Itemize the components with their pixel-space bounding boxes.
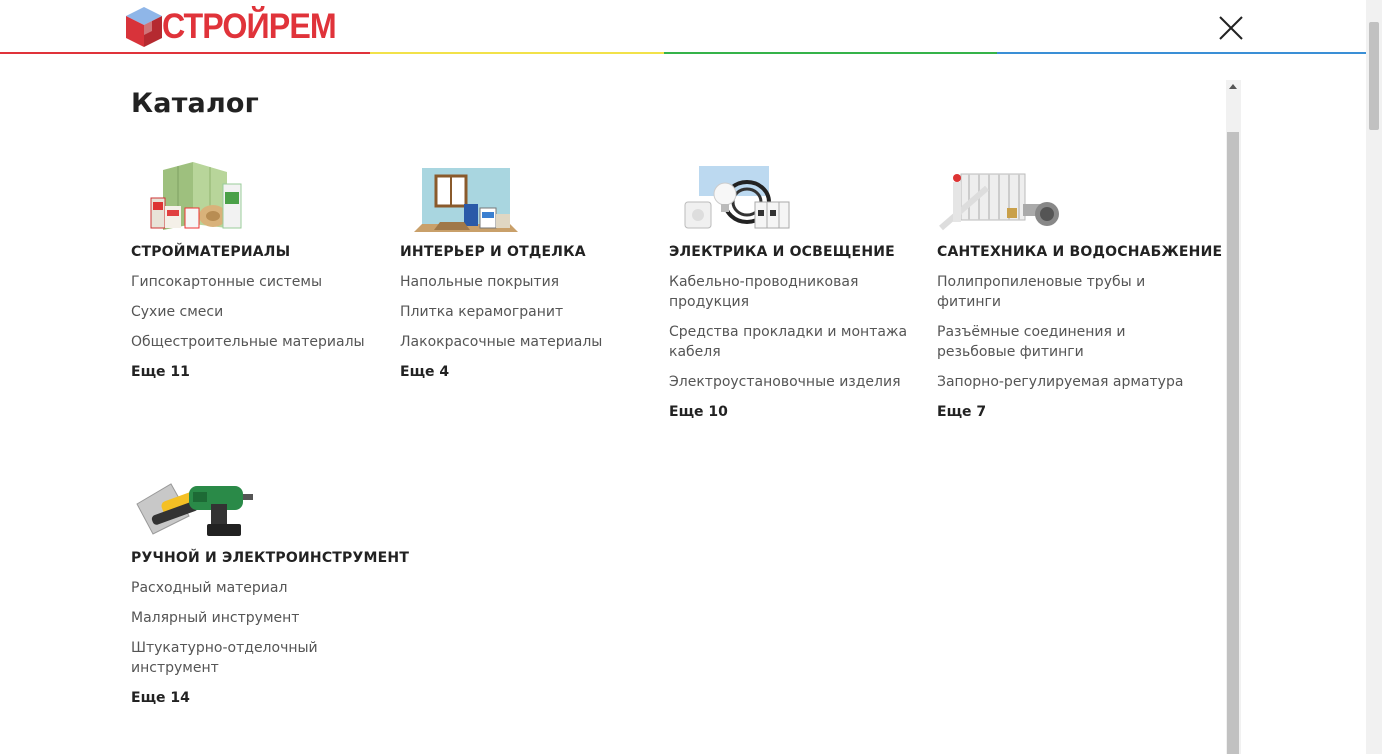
page-scrollbar[interactable] [1366, 0, 1382, 754]
subcategory-link[interactable]: Кабельно-проводниковая продукция [669, 272, 919, 312]
subcategory-link[interactable]: Сухие смеси [131, 302, 381, 322]
close-icon[interactable] [1217, 14, 1245, 42]
page-scrollbar-thumb[interactable] [1369, 22, 1379, 130]
subcategory-link[interactable]: Малярный инструмент [131, 608, 381, 628]
category-card: ЭЛЕКТРИКА И ОСВЕЩЕНИЕ Кабельно-проводник… [669, 158, 929, 422]
subcategory-link[interactable]: Напольные покрытия [400, 272, 650, 292]
more-link[interactable]: Еще 4 [400, 362, 660, 382]
subcategory-link[interactable]: Штукатурно-отделочный инструмент [131, 638, 381, 678]
scroll-up-arrow-icon[interactable] [1229, 84, 1237, 89]
more-link[interactable]: Еще 14 [131, 688, 391, 708]
subcategory-link[interactable]: Запорно-регулируемая арматура [937, 372, 1187, 392]
catalog-scrollbar[interactable] [1226, 80, 1241, 754]
category-card: СТРОЙМАТЕРИАЛЫ Гипсокартонные системы Су… [131, 158, 391, 382]
subcategory-link[interactable]: Электроустановочные изделия [669, 372, 919, 392]
logo-text: СТРОЙРЕМ [162, 7, 337, 46]
subcategory-link[interactable]: Плитка керамогранит [400, 302, 650, 322]
more-link[interactable]: Еще 7 [937, 402, 1197, 422]
subcategory-link[interactable]: Расходный материал [131, 578, 381, 598]
category-card: САНТЕХНИКА И ВОДОСНАБЖЕНИЕ Полипропилено… [937, 158, 1222, 422]
subcategory-link[interactable]: Разъёмные соединения и резьбовые фитинги [937, 322, 1187, 362]
category-card: ИНТЕРЬЕР И ОТДЕЛКА Напольные покрытия Пл… [400, 158, 660, 382]
scrollbar-thumb[interactable] [1227, 132, 1239, 754]
hand-power-tools-image[interactable] [131, 464, 391, 538]
electrics-lighting-image[interactable] [669, 158, 929, 232]
subcategory-link[interactable]: Общестроительные материалы [131, 332, 381, 352]
header-color-line [0, 52, 1366, 54]
plumbing-water-supply-image[interactable] [937, 158, 1197, 232]
more-link[interactable]: Еще 10 [669, 402, 929, 422]
category-card: РУЧНОЙ И ЭЛЕКТРОИНСТРУМЕНТ Расходный мат… [131, 464, 409, 708]
category-title[interactable]: РУЧНОЙ И ЭЛЕКТРОИНСТРУМЕНТ [131, 548, 409, 568]
category-title[interactable]: ЭЛЕКТРИКА И ОСВЕЩЕНИЕ [669, 242, 929, 262]
site-header: СТРОЙРЕМ [0, 0, 1366, 54]
page-title: Каталог [131, 88, 259, 119]
building-materials-image[interactable] [131, 158, 391, 232]
interior-finishing-image[interactable] [400, 158, 660, 232]
category-title[interactable]: САНТЕХНИКА И ВОДОСНАБЖЕНИЕ [937, 242, 1222, 262]
more-link[interactable]: Еще 11 [131, 362, 391, 382]
subcategory-link[interactable]: Средства прокладки и монтажа кабеля [669, 322, 919, 362]
category-title[interactable]: СТРОЙМАТЕРИАЛЫ [131, 242, 391, 262]
logo-cube-icon [122, 5, 166, 49]
subcategory-link[interactable]: Гипсокартонные системы [131, 272, 381, 292]
category-title[interactable]: ИНТЕРЬЕР И ОТДЕЛКА [400, 242, 660, 262]
logo[interactable]: СТРОЙРЕМ [122, 4, 351, 50]
subcategory-link[interactable]: Полипропиленовые трубы и фитинги [937, 272, 1187, 312]
subcategory-link[interactable]: Лакокрасочные материалы [400, 332, 650, 352]
